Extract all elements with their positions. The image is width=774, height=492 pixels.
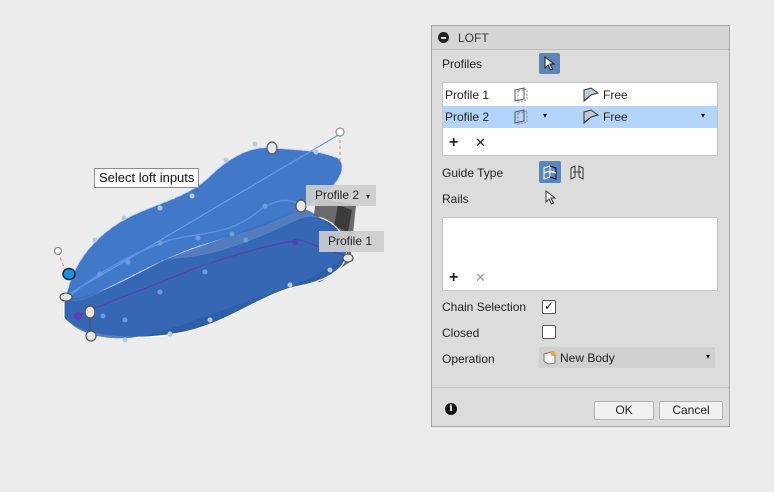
profile-2-canvas-label[interactable]: Profile 2 ▾ xyxy=(306,185,377,206)
profile-plane-icon xyxy=(514,109,528,125)
guide-type-label: Guide Type xyxy=(442,166,504,180)
guide-rails-button[interactable] xyxy=(539,161,561,183)
profile-row-1[interactable]: Profile 1 Free xyxy=(443,84,717,106)
profile-1-canvas-label-text: Profile 1 xyxy=(328,234,373,248)
ok-button[interactable]: OK xyxy=(594,401,654,420)
profiles-select-button[interactable] xyxy=(539,53,560,74)
new-body-icon xyxy=(543,351,556,365)
profile-2-canvas-label-text: Profile 2 xyxy=(315,188,360,202)
guide-centerline-icon xyxy=(570,165,584,180)
operation-value: New Body xyxy=(560,351,615,365)
remove-rail-button[interactable]: ✕ xyxy=(475,270,486,286)
collapse-icon[interactable] xyxy=(438,32,449,43)
closed-label: Closed xyxy=(442,326,480,340)
chain-selection-checkbox[interactable]: ✓ xyxy=(542,299,556,314)
check-icon: ✓ xyxy=(544,299,555,313)
chevron-down-icon[interactable]: ▾ xyxy=(543,111,547,120)
cursor-icon[interactable] xyxy=(545,190,557,206)
profiles-label: Profiles xyxy=(442,57,483,71)
profiles-list[interactable]: Profile 1 Free Profile 2 ▾ Free ▾ + ✕ xyxy=(442,82,718,156)
rails-label: Rails xyxy=(442,192,469,206)
profile-plane-icon xyxy=(514,87,528,103)
profile-1-name: Profile 1 xyxy=(445,88,490,102)
dialog-footer-divider xyxy=(432,387,729,388)
free-condition-icon xyxy=(583,109,600,125)
chevron-down-icon[interactable]: ▾ xyxy=(701,111,705,120)
select-loft-inputs-tooltip: Select loft inputs xyxy=(94,168,200,188)
info-icon[interactable]: i xyxy=(445,403,457,415)
chevron-down-icon: ▾ xyxy=(705,352,710,361)
operation-select[interactable]: New Body ▾ xyxy=(539,347,715,368)
chevron-down-icon[interactable]: ▾ xyxy=(366,192,370,201)
add-profile-button[interactable]: + xyxy=(449,135,458,151)
guide-centerline-button[interactable] xyxy=(566,161,588,183)
cursor-icon xyxy=(544,56,556,71)
profile-row-2[interactable]: Profile 2 ▾ Free ▾ xyxy=(443,106,717,128)
loft-dialog: LOFT Profiles Profile 1 Free Profile 2 ▾… xyxy=(431,25,730,427)
profile-1-condition[interactable]: Free xyxy=(603,88,628,102)
profile-1-canvas-label[interactable]: Profile 1 xyxy=(319,231,385,252)
remove-profile-button[interactable]: ✕ xyxy=(475,135,486,151)
cancel-button[interactable]: Cancel xyxy=(659,401,723,420)
guide-rails-icon xyxy=(543,165,557,180)
profile-2-name: Profile 2 xyxy=(445,110,490,124)
free-condition-icon xyxy=(583,87,600,103)
rails-list[interactable]: + ✕ xyxy=(442,217,718,291)
dialog-title: LOFT xyxy=(458,31,489,45)
dialog-title-bar: LOFT xyxy=(432,26,729,50)
operation-label: Operation xyxy=(442,352,495,366)
chain-selection-label: Chain Selection xyxy=(442,300,527,314)
add-rail-button[interactable]: + xyxy=(449,270,458,286)
closed-checkbox[interactable] xyxy=(542,325,556,339)
canvas-viewport[interactable]: Select loft inputs Profile 2 ▾ Profile 1 xyxy=(0,0,425,492)
profile-2-condition[interactable]: Free xyxy=(603,110,628,124)
